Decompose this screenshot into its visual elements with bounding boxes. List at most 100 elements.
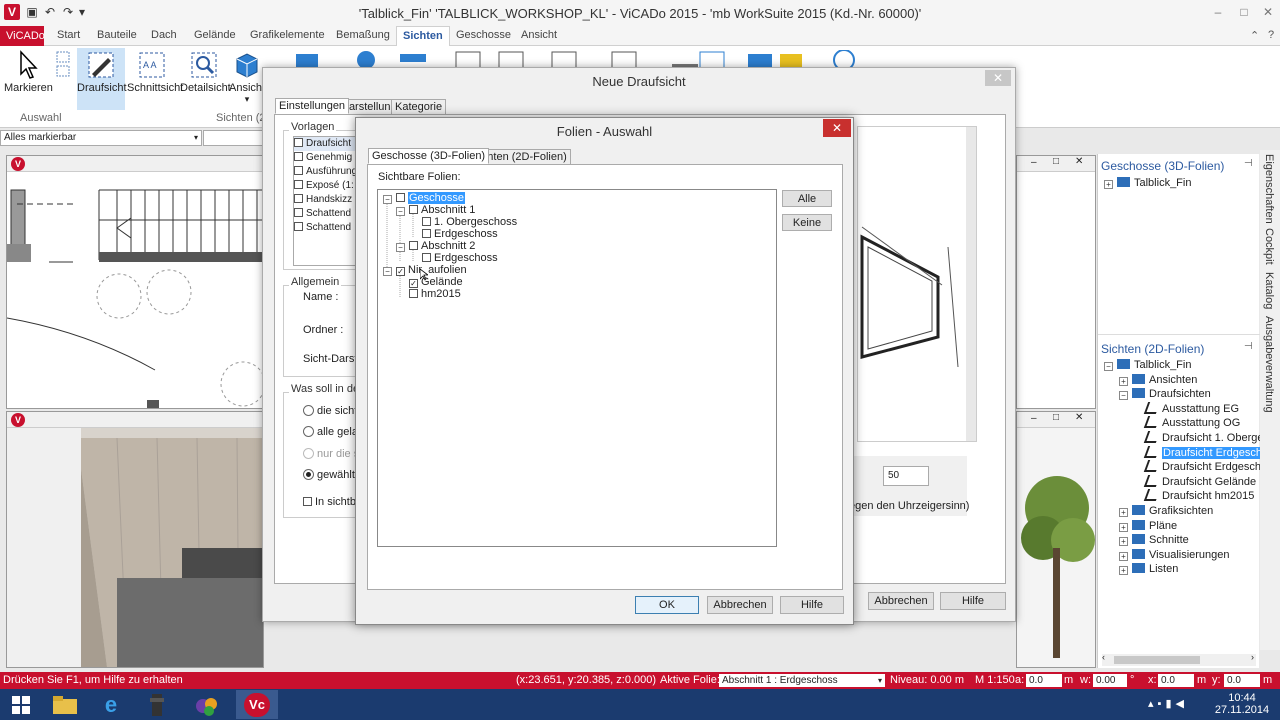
detailsicht-button[interactable]: Detailsicht [180, 50, 231, 94]
collapse-icon[interactable]: − [383, 267, 392, 276]
tab-sichten[interactable]: Sichten [396, 26, 450, 47]
checkbox[interactable] [409, 241, 418, 250]
filter-field[interactable] [203, 130, 263, 146]
hilfe-button[interactable]: Hilfe [940, 592, 1006, 610]
list-item[interactable]: Schattend [294, 221, 362, 235]
ribbon-collapse-icon[interactable]: ⌃ [1250, 29, 1259, 42]
vtab-eigenschaften[interactable]: Eigenschaften [1263, 154, 1275, 224]
checkbox[interactable] [422, 217, 431, 226]
system-tray-icons[interactable]: ▴▪▮◀ [1128, 690, 1208, 719]
pin-icon[interactable]: ⊣ [1244, 158, 1253, 169]
list-item[interactable]: Exposé (1: [294, 179, 362, 193]
app-icon-2[interactable] [186, 690, 228, 719]
abbrechen-button[interactable]: Abbrechen [707, 596, 773, 614]
tree-item-draufsicht-hm2015[interactable]: Draufsicht hm2015 [1104, 489, 1260, 504]
scrollbar-thumb[interactable] [1114, 656, 1200, 664]
minimize-icon[interactable]: – [1031, 413, 1037, 424]
collapse-icon[interactable]: − [383, 195, 392, 204]
tree-item-ansichten[interactable]: + Ansichten [1104, 373, 1260, 388]
maximize-button[interactable]: □ [1234, 4, 1254, 20]
tab-geschosse-3d[interactable]: Geschosse (3D-Folien) [368, 148, 490, 164]
maximize-icon[interactable]: □ [1053, 412, 1059, 423]
tab-ansicht[interactable]: Ansicht [521, 29, 557, 41]
expand-icon[interactable]: + [1119, 551, 1128, 561]
y-input[interactable]: 0.0 [1224, 674, 1260, 687]
tab-dach[interactable]: Dach [151, 29, 177, 41]
a-input[interactable]: 0.0 [1026, 674, 1062, 687]
minimize-button[interactable]: – [1208, 4, 1228, 20]
tree-item-draufsicht-eg[interactable]: Draufsicht Erdgeschoss [1104, 460, 1260, 475]
checkbox[interactable] [396, 193, 405, 202]
collapse-icon[interactable]: − [396, 207, 405, 216]
vicado-taskbar-icon[interactable]: Vc [236, 690, 278, 719]
tree-item-abschnitt1[interactable]: − Abschnitt 1 [396, 204, 475, 216]
tab-gelaende[interactable]: Gelände [194, 29, 236, 41]
windows-start-icon[interactable] [0, 690, 42, 719]
list-item[interactable]: Schattend [294, 207, 362, 221]
tree-item-erdgeschoss-2[interactable]: Erdgeschoss [422, 252, 498, 264]
horizontal-scrollbar[interactable]: ‹ › [1102, 652, 1256, 666]
tree-item-draufsicht-gelaende[interactable]: Draufsicht Gelände [1104, 474, 1260, 490]
close-icon[interactable]: ✕ [985, 70, 1011, 86]
list-item[interactable]: Draufsicht [294, 137, 362, 151]
clock[interactable]: 10:44 27.11.2014 [1212, 692, 1272, 716]
schnittsicht-button[interactable]: A A Schnittsicht [127, 50, 183, 94]
tree-item-listen[interactable]: + Listen [1104, 562, 1260, 577]
tree-item-grafiksichten[interactable]: + Grafiksichten [1104, 504, 1260, 519]
checkbox[interactable] [422, 229, 431, 238]
folien-tree[interactable]: − Geschosse − Abschnitt 1 1. Obergeschoss … [377, 189, 777, 547]
tree-item-talblick[interactable]: + Talblick_Fin [1104, 176, 1191, 191]
ansicht-button[interactable]: Ansicht ▾ [229, 50, 265, 105]
scroll-left-icon[interactable]: ‹ [1102, 652, 1105, 662]
active-layer-dropdown[interactable]: Abschnitt 1 : Erdgeschoss ▾ [719, 674, 885, 687]
w-input[interactable]: 0.00 [1093, 674, 1127, 687]
tab-kategorie[interactable]: Kategorie [391, 99, 447, 115]
collapse-icon[interactable]: − [396, 243, 405, 252]
internet-explorer-icon[interactable]: e [90, 690, 132, 719]
scroll-right-icon[interactable]: › [1251, 652, 1254, 662]
collapse-icon[interactable]: − [1104, 362, 1113, 371]
file-explorer-icon[interactable] [44, 690, 86, 719]
expand-icon[interactable]: + [1119, 376, 1128, 386]
tree-item-abschnitt2[interactable]: − Abschnitt 2 [396, 240, 475, 252]
tree-item-draufsicht-og[interactable]: Draufsicht 1. Obergeschoss [1104, 430, 1260, 446]
vtab-cockpit[interactable]: Cockpit [1263, 228, 1275, 265]
radio-gewaehlte[interactable]: gewählte [303, 469, 361, 481]
collapse-icon[interactable]: − [1119, 391, 1128, 401]
alle-button[interactable]: Alle [782, 190, 832, 207]
list-item[interactable]: Ausführung [294, 165, 362, 179]
vtab-ausgabeverwaltung[interactable]: Ausgabeverwaltung [1263, 316, 1275, 413]
checkbox[interactable] [409, 205, 418, 214]
checkbox[interactable] [422, 253, 431, 262]
checkbox[interactable]: ✓ [396, 267, 405, 276]
select-mode-icon[interactable] [54, 50, 72, 80]
keine-button[interactable]: Keine [782, 214, 832, 231]
checkbox[interactable] [409, 289, 418, 298]
list-item[interactable]: Handskizz [294, 193, 362, 207]
close-icon[interactable]: ✕ [1075, 412, 1083, 423]
expand-icon[interactable]: + [1119, 522, 1128, 532]
value-input[interactable]: 50 [883, 466, 929, 486]
tab-geschosse[interactable]: Geschosse [456, 29, 511, 41]
checkbox[interactable]: ✓ [409, 279, 418, 288]
markieren-button[interactable]: Markieren [4, 50, 53, 94]
tab-bauteile[interactable]: Bauteile [97, 29, 137, 41]
expand-icon[interactable]: + [1119, 566, 1128, 576]
ok-button[interactable]: OK [635, 596, 699, 614]
expand-icon[interactable]: + [1119, 537, 1128, 547]
app-icon-1[interactable] [136, 690, 178, 719]
tree-item-root[interactable]: − Talblick_Fin [1104, 358, 1260, 373]
draufsicht-button[interactable]: Draufsicht [77, 48, 127, 110]
abbrechen-button[interactable]: Abbrechen [868, 592, 934, 610]
tree-item-gelaende[interactable]: ✓ Gelände [409, 276, 463, 288]
tree-item-schnitte[interactable]: + Schnitte [1104, 533, 1260, 548]
minimize-icon[interactable]: – [1031, 157, 1037, 168]
tree-item-draufsichten[interactable]: − Draufsichten [1104, 387, 1260, 402]
tab-einstellungen[interactable]: Einstellungen [275, 98, 350, 114]
viewport-plan[interactable]: V [6, 155, 266, 409]
pin-icon[interactable]: ⊣ [1244, 341, 1253, 352]
tree-item-erdgeschoss-1[interactable]: Erdgeschoss [422, 228, 498, 240]
tree-item-ausstattung-eg[interactable]: Ausstattung EG [1104, 401, 1260, 417]
hilfe-button[interactable]: Hilfe [780, 596, 844, 614]
help-icon[interactable]: ? [1268, 29, 1274, 41]
